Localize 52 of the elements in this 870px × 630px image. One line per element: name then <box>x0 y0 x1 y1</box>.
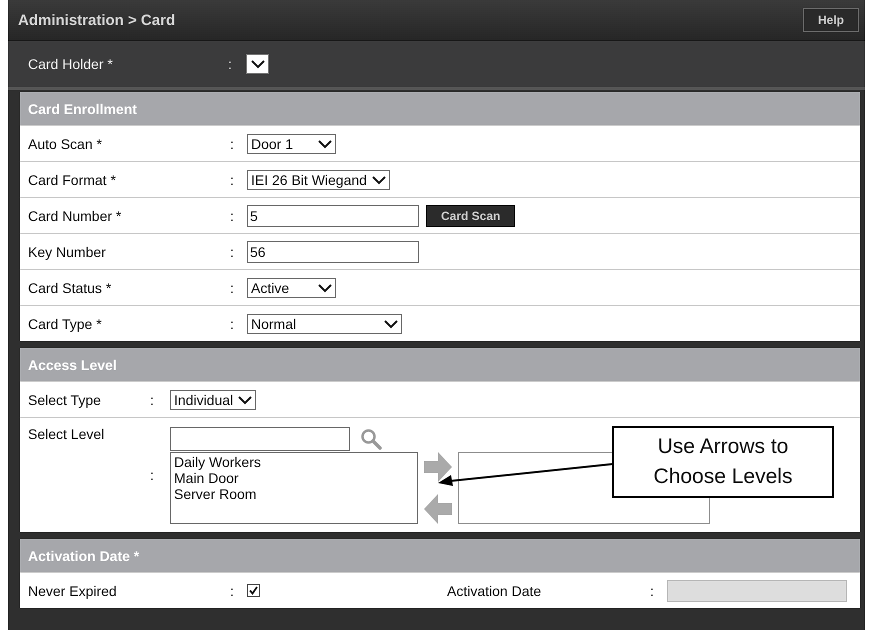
colon: : <box>230 244 235 260</box>
field-label: Card Status * <box>28 280 112 296</box>
checkbox[interactable] <box>247 584 260 597</box>
right-arrow-icon[interactable] <box>424 452 452 482</box>
colon: : <box>230 136 235 152</box>
list-item[interactable]: Main Door <box>174 470 414 486</box>
caret-icon <box>317 282 333 294</box>
caret-icon <box>237 394 254 406</box>
breadcrumb: Administration > Card <box>18 12 176 28</box>
field-label: Select Level <box>28 426 106 442</box>
callout-tooltip: Use Arrows to Choose Levels <box>612 426 834 498</box>
field-label: Key Number <box>28 244 107 260</box>
dropdown[interactable]: Normal <box>247 314 402 334</box>
card-holder-select[interactable] <box>246 54 269 74</box>
colon: : <box>150 392 155 408</box>
help-button[interactable]: Help <box>802 8 859 32</box>
text-field[interactable]: 5 <box>247 204 419 226</box>
field-label: Activation Date <box>447 582 542 598</box>
colon: : <box>650 582 655 598</box>
level-list[interactable]: Daily Workers Main Door Server Room <box>170 452 418 524</box>
list-item[interactable]: Server Room <box>174 486 414 502</box>
section-header: Access Level <box>20 348 860 381</box>
section-header: Activation Date * <box>20 539 860 572</box>
dropdown[interactable]: Active <box>247 278 336 298</box>
card-scan-button[interactable]: Card Scan <box>426 204 516 226</box>
caret-icon <box>317 138 333 150</box>
colon: : <box>230 316 235 332</box>
dropdown[interactable]: Door 1 <box>247 134 336 154</box>
field-label: Card Type * <box>28 316 103 332</box>
field-label: Card Number * <box>28 208 122 224</box>
dropdown[interactable]: IEI 26 Bit Wiegand <box>247 170 390 190</box>
field-label: Card Format * <box>28 172 117 188</box>
colon: : <box>150 467 155 483</box>
colon: : <box>230 582 235 598</box>
section-header: Card Enrollment <box>20 92 860 125</box>
colon: : <box>230 172 235 188</box>
field-label: Card Holder * <box>28 56 114 72</box>
field-label: Select Type <box>28 392 102 408</box>
list-item[interactable]: Daily Workers <box>174 454 414 470</box>
search-field[interactable] <box>170 427 350 451</box>
colon: : <box>230 280 235 296</box>
date-field[interactable] <box>667 580 847 602</box>
colon: : <box>230 208 235 224</box>
caret-icon <box>250 58 266 70</box>
caret-icon <box>370 174 387 186</box>
field-label: Auto Scan * <box>28 136 103 152</box>
caret-icon <box>383 318 399 330</box>
text-field[interactable]: 56 <box>247 240 419 262</box>
colon: : <box>228 56 233 72</box>
dropdown[interactable]: Individual <box>170 390 256 410</box>
field-label: Never Expired <box>28 582 118 598</box>
search-icon[interactable] <box>360 428 382 450</box>
